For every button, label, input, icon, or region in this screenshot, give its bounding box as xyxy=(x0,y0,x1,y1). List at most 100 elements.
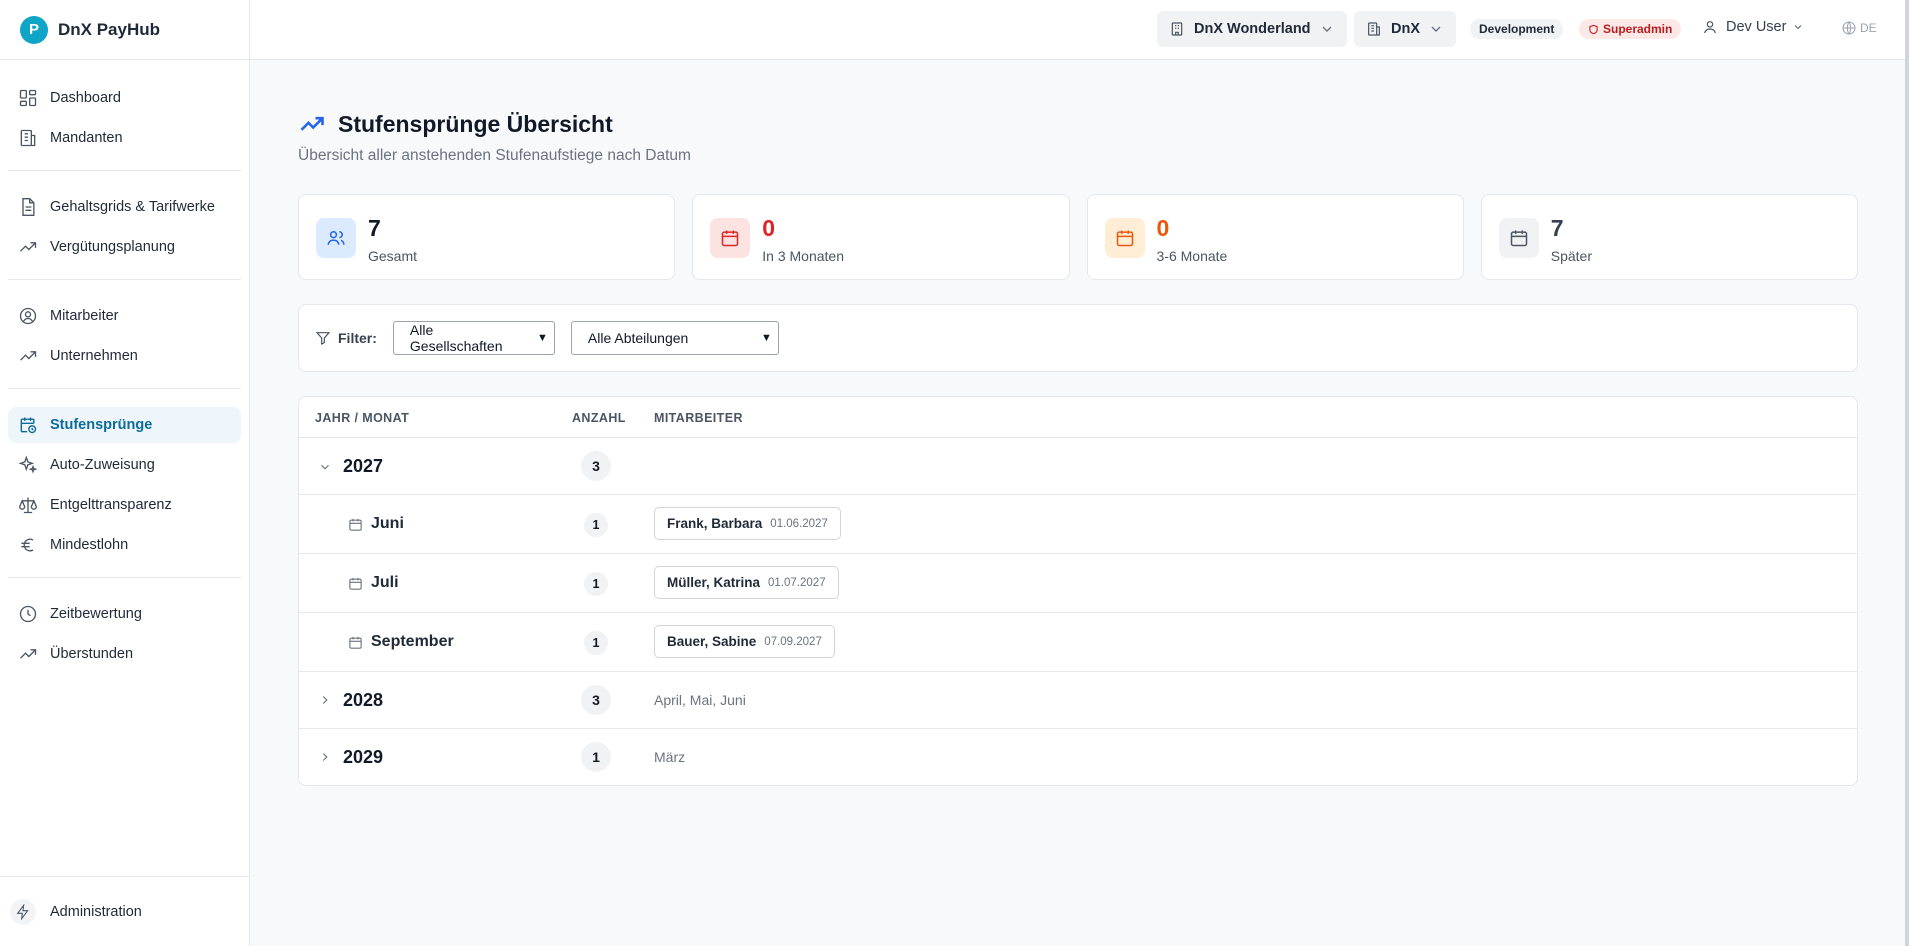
sidebar-item-dashboard[interactable]: Dashboard xyxy=(8,80,241,116)
employee-chip[interactable]: Müller, Katrina 01.07.2027 xyxy=(654,566,839,599)
sidebar-nav: Dashboard Mandanten Gehaltsgrids & Tarif… xyxy=(0,60,249,686)
month-row-juli: Juli 1 Müller, Katrina 01.07.2027 xyxy=(299,554,1857,613)
calendar-icon xyxy=(1498,218,1539,258)
header-employees: MITARBEITER xyxy=(654,411,743,425)
page-title: Stufensprünge Übersicht xyxy=(298,110,1858,138)
sidebar-item-mindestlohn[interactable]: Mindestlohn xyxy=(8,527,241,563)
department-filter-value: Alle Abteilungen xyxy=(587,330,689,346)
euro-icon xyxy=(21,538,34,552)
filter-bar: Filter: Alle Gesellschaften ▼ Alle Abtei… xyxy=(298,304,1858,372)
count-badge: 3 xyxy=(581,685,611,715)
sidebar: P DnX PayHub Dashboard Mandanten Gehalts… xyxy=(0,0,250,946)
sidebar-item-stufenspruenge[interactable]: Stufensprünge xyxy=(8,407,241,443)
year-label: 2027 xyxy=(343,456,384,476)
globe-icon xyxy=(1842,21,1856,35)
sidebar-item-verguetungsplanung[interactable]: Vergütungsplanung xyxy=(8,229,241,265)
filter-label: Filter: xyxy=(338,330,377,346)
stat-card-in-3-months: 0 In 3 Monaten xyxy=(692,194,1070,280)
sidebar-item-mandanten[interactable]: Mandanten xyxy=(8,120,241,156)
step-increase-table: JAHR / MONAT ANZAHL MITARBEITER 2027 3 J… xyxy=(298,396,1858,786)
role-badge: Superadmin xyxy=(1579,19,1682,39)
sparkles-icon xyxy=(18,455,38,474)
sidebar-item-label: Gehaltsgrids & Tarifwerke xyxy=(50,199,215,215)
shield-icon xyxy=(1589,24,1598,34)
year-row-2029[interactable]: 2029 1 März xyxy=(299,729,1857,785)
sidebar-item-unternehmen[interactable]: Unternehmen xyxy=(8,338,241,374)
page-title-text: Stufensprünge Übersicht xyxy=(338,110,613,137)
stat-card-later: 7 Später xyxy=(1480,194,1858,280)
sidebar-item-auto-zuweisung[interactable]: Auto-Zuweisung xyxy=(8,447,241,483)
year-months-summary: April, Mai, Juni xyxy=(654,692,746,708)
clock-icon xyxy=(19,605,37,623)
year-row-2028[interactable]: 2028 3 April, Mai, Juni xyxy=(299,672,1857,729)
count-badge: 1 xyxy=(584,572,608,596)
year-label: 2029 xyxy=(343,747,384,767)
employee-date: 07.09.2027 xyxy=(764,635,822,648)
organization-select-label: DnX Wonderland xyxy=(1194,21,1311,37)
app-logo: P xyxy=(20,15,48,44)
chevron-right-icon[interactable] xyxy=(318,750,332,764)
chevron-right-icon[interactable] xyxy=(318,693,332,707)
chevron-down-icon[interactable] xyxy=(318,460,332,474)
calendar-clock-icon xyxy=(20,417,37,434)
month-row-juni: Juni 1 Frank, Barbara 01.06.2027 xyxy=(299,495,1857,554)
sidebar-item-mitarbeiter[interactable]: Mitarbeiter xyxy=(8,298,241,334)
employee-name: Bauer, Sabine xyxy=(667,634,757,649)
brand[interactable]: P DnX PayHub xyxy=(0,0,249,60)
department-filter-select[interactable]: Alle Abteilungen ▼ xyxy=(570,321,779,355)
year-row-2027[interactable]: 2027 3 xyxy=(299,438,1857,495)
calendar-icon xyxy=(349,636,362,649)
header-period: JAHR / MONAT xyxy=(315,411,410,425)
language-switcher[interactable]: DE xyxy=(1841,20,1877,36)
language-label: DE xyxy=(1860,21,1877,35)
sidebar-item-ueberstunden[interactable]: Überstunden xyxy=(8,636,241,672)
user-circle-icon xyxy=(19,307,37,325)
scale-icon xyxy=(18,497,38,514)
sidebar-item-label: Überstunden xyxy=(50,646,134,662)
month-label: September xyxy=(371,633,454,650)
sidebar-item-gehaltsgrids[interactable]: Gehaltsgrids & Tarifwerke xyxy=(8,189,241,225)
count-badge: 1 xyxy=(581,742,611,772)
organization-select[interactable]: DnX Wonderland xyxy=(1157,11,1347,47)
sidebar-item-zeitbewertung[interactable]: Zeitbewertung xyxy=(8,596,241,632)
trending-up-icon xyxy=(300,116,324,131)
role-badge-label: Superadmin xyxy=(1603,22,1673,36)
company-filter-select[interactable]: Alle Gesellschaften ▼ xyxy=(392,321,555,355)
stat-label: In 3 Monaten xyxy=(762,248,844,264)
topbar: DnX Wonderland DnX Development Superadmi… xyxy=(250,0,1909,60)
document-icon xyxy=(22,198,35,216)
employee-name: Müller, Katrina xyxy=(667,575,761,590)
chevron-down-icon xyxy=(1431,26,1441,32)
sidebar-item-entgelttransparenz[interactable]: Entgelttransparenz xyxy=(8,487,241,523)
company-filter-value: Alle Gesellschaften xyxy=(409,322,503,354)
sidebar-item-label: Mandanten xyxy=(50,130,123,146)
employee-chip[interactable]: Bauer, Sabine 07.09.2027 xyxy=(654,625,835,658)
company-select[interactable]: DnX xyxy=(1354,11,1456,47)
sidebar-item-administration[interactable]: Administration xyxy=(0,876,249,946)
employee-chip[interactable]: Frank, Barbara 01.06.2027 xyxy=(654,507,841,540)
sidebar-item-label: Auto-Zuweisung xyxy=(50,457,155,473)
trending-up-icon xyxy=(20,649,37,659)
calendar-icon xyxy=(1104,218,1145,258)
filter-icon xyxy=(315,332,331,345)
count-badge: 1 xyxy=(584,513,608,537)
calendar-icon xyxy=(349,577,362,590)
environment-badge: Development xyxy=(1470,19,1564,39)
chevron-down-icon: ▼ xyxy=(761,332,772,344)
count-badge: 3 xyxy=(581,451,611,481)
month-row-september: September 1 Bauer, Sabine 07.09.2027 xyxy=(299,613,1857,672)
user-icon xyxy=(1704,21,1716,34)
administration-label: Administration xyxy=(50,903,142,920)
header-count: ANZAHL xyxy=(572,411,626,425)
app-name: DnX PayHub xyxy=(58,19,161,39)
sidebar-item-label: Entgelttransparenz xyxy=(50,497,172,513)
building-icon xyxy=(1368,22,1380,36)
stat-card-total: 7 Gesamt xyxy=(298,194,676,280)
user-name: Dev User xyxy=(1726,19,1787,35)
stat-label: 3-6 Monate xyxy=(1156,248,1228,264)
stat-label: Später xyxy=(1550,248,1592,264)
page-scrollbar[interactable] xyxy=(1905,0,1909,946)
sidebar-item-label: Unternehmen xyxy=(50,348,138,364)
user-menu[interactable]: Dev User xyxy=(1702,19,1804,35)
chevron-down-icon xyxy=(1322,26,1332,32)
